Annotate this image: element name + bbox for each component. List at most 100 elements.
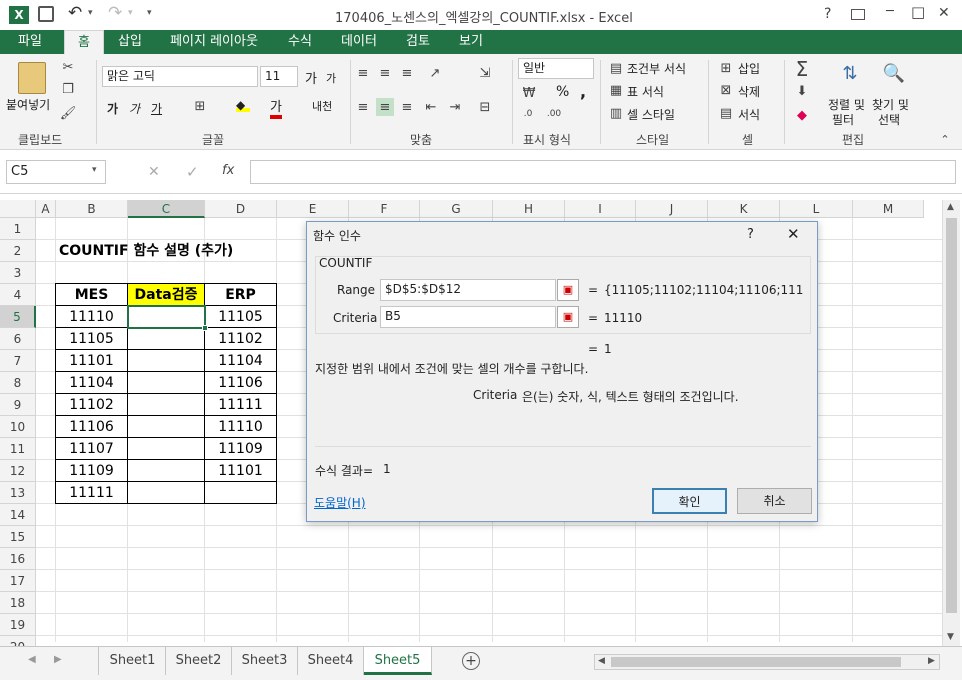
scroll-thumb[interactable] bbox=[946, 218, 957, 613]
tab-formulas[interactable]: 수식 bbox=[276, 30, 324, 54]
italic-button[interactable]: 가 bbox=[129, 100, 140, 117]
dialog-close-icon[interactable]: ✕ bbox=[787, 225, 800, 243]
orientation-icon[interactable]: ↗ bbox=[424, 64, 446, 82]
close-icon[interactable]: ✕ bbox=[938, 5, 950, 21]
fill-color-icon[interactable]: ◆ bbox=[236, 98, 250, 112]
mes-cell[interactable]: 11110 bbox=[56, 306, 127, 328]
hscroll-left-icon[interactable]: ◀ bbox=[598, 656, 605, 666]
delete-cells-icon[interactable]: ⊠ bbox=[718, 82, 734, 98]
row-header[interactable]: 2 bbox=[0, 240, 36, 262]
mes-cell[interactable]: 11105 bbox=[56, 328, 127, 350]
collapse-ribbon-icon[interactable]: ⌃ bbox=[938, 132, 952, 146]
cut-icon[interactable]: ✂ bbox=[58, 58, 78, 76]
format-table-icon[interactable]: ▦ bbox=[608, 82, 624, 98]
decrease-decimal-icon[interactable]: .00 bbox=[544, 106, 564, 122]
tab-insert[interactable]: 삽입 bbox=[108, 30, 152, 54]
grow-font-button[interactable]: 가 bbox=[305, 68, 317, 87]
align-right-icon[interactable]: ≡ bbox=[398, 98, 416, 116]
increase-decimal-icon[interactable]: .0 bbox=[518, 106, 538, 122]
format-painter-icon[interactable]: 🖌 bbox=[58, 104, 78, 122]
align-left-icon[interactable]: ≡ bbox=[354, 98, 372, 116]
maximize-icon[interactable]: □ bbox=[911, 3, 925, 21]
decrease-indent-icon[interactable]: ⇤ bbox=[422, 98, 440, 116]
column-header[interactable]: K bbox=[708, 200, 780, 218]
cancel-button[interactable]: 취소 bbox=[737, 488, 812, 514]
help-icon[interactable]: ? bbox=[824, 6, 831, 22]
tab-data[interactable]: 데이터 bbox=[332, 30, 386, 54]
mes-cell[interactable]: 11101 bbox=[56, 350, 127, 372]
copy-icon[interactable]: ❐ bbox=[58, 80, 78, 98]
horizontal-scrollbar[interactable]: ◀ ▶ bbox=[594, 654, 940, 670]
redo-icon[interactable]: ↷ bbox=[108, 3, 122, 23]
mes-cell[interactable]: 11102 bbox=[56, 394, 127, 416]
ok-button[interactable]: 확인 bbox=[652, 488, 727, 514]
row-header[interactable]: 1 bbox=[0, 218, 36, 240]
sheet-prev-icon[interactable]: ◀ bbox=[28, 654, 36, 665]
name-box-dropdown-icon[interactable]: ▾ bbox=[92, 165, 97, 175]
number-format-select[interactable]: 일반 bbox=[518, 58, 594, 79]
format-cells-icon[interactable]: ▤ bbox=[718, 105, 734, 121]
row-header[interactable]: 16 bbox=[0, 548, 36, 570]
underline-button[interactable]: 가 bbox=[151, 100, 162, 117]
align-middle-icon[interactable]: ≡ bbox=[376, 64, 394, 82]
criteria-collapse-icon[interactable]: ▣ bbox=[557, 306, 579, 328]
align-bottom-icon[interactable]: ≡ bbox=[398, 64, 416, 82]
header-mes[interactable]: MES bbox=[56, 284, 127, 306]
header-erp[interactable]: ERP bbox=[205, 284, 276, 306]
vertical-scrollbar[interactable]: ▲ ▼ bbox=[942, 200, 960, 646]
tab-home[interactable]: 홈 bbox=[64, 30, 104, 54]
mes-cell[interactable]: 11107 bbox=[56, 438, 127, 460]
criteria-input[interactable]: B5 bbox=[380, 306, 556, 328]
delete-cells-button[interactable]: 삭제 bbox=[738, 83, 760, 100]
row-header[interactable]: 15 bbox=[0, 526, 36, 548]
row-header[interactable]: 4 bbox=[0, 284, 36, 306]
wrap-text-icon[interactable]: ⇲ bbox=[476, 64, 494, 82]
mes-cell[interactable]: 11109 bbox=[56, 460, 127, 482]
row-header[interactable]: 11 bbox=[0, 438, 36, 460]
row-header[interactable]: 18 bbox=[0, 592, 36, 614]
row-header[interactable]: 17 bbox=[0, 570, 36, 592]
sheet-tab-4[interactable]: Sheet4 bbox=[298, 647, 364, 675]
row-header[interactable]: 10 bbox=[0, 416, 36, 438]
row-header[interactable]: 12 bbox=[0, 460, 36, 482]
formula-input[interactable] bbox=[250, 160, 956, 184]
column-header[interactable]: J bbox=[636, 200, 708, 218]
sheet-tab-1[interactable]: Sheet1 bbox=[100, 647, 166, 675]
column-header[interactable]: M bbox=[853, 200, 924, 218]
font-name-select[interactable]: 맑은 고딕 bbox=[102, 66, 258, 87]
row-header[interactable]: 7 bbox=[0, 350, 36, 372]
dialog-help-icon[interactable]: ? bbox=[747, 227, 754, 242]
format-table-button[interactable]: 표 서식 bbox=[627, 83, 664, 100]
undo-dropdown-icon[interactable]: ▾ bbox=[88, 8, 93, 18]
erp-cell[interactable]: 11101 bbox=[205, 460, 276, 482]
range-collapse-icon[interactable]: ▣ bbox=[557, 279, 579, 301]
erp-cell[interactable]: 11110 bbox=[205, 416, 276, 438]
shrink-font-button[interactable]: 가 bbox=[326, 70, 336, 86]
phonetic-button[interactable]: 내천 bbox=[312, 98, 332, 114]
row-header[interactable]: 5 bbox=[0, 306, 36, 328]
sheet-tab-2[interactable]: Sheet2 bbox=[166, 647, 232, 675]
fill-handle[interactable] bbox=[202, 325, 208, 331]
format-cells-button[interactable]: 서식 bbox=[738, 106, 760, 123]
undo-icon[interactable]: ↶ bbox=[68, 3, 82, 23]
insert-cells-button[interactable]: 삽입 bbox=[738, 60, 760, 77]
column-header[interactable]: D bbox=[205, 200, 277, 218]
align-top-icon[interactable]: ≡ bbox=[354, 64, 372, 82]
font-size-select[interactable]: 11 bbox=[260, 66, 298, 87]
scroll-up-icon[interactable]: ▲ bbox=[947, 202, 954, 212]
paste-icon[interactable] bbox=[18, 62, 46, 94]
erp-cell[interactable]: 11105 bbox=[205, 306, 276, 328]
erp-cell[interactable]: 11104 bbox=[205, 350, 276, 372]
scroll-down-icon[interactable]: ▼ bbox=[947, 632, 954, 642]
row-header[interactable]: 3 bbox=[0, 262, 36, 284]
tab-file[interactable]: 파일 bbox=[0, 30, 60, 54]
formula-cancel-icon[interactable]: ✕ bbox=[148, 164, 160, 180]
sheet-tab-5[interactable]: Sheet5 bbox=[364, 647, 432, 675]
font-color-icon[interactable]: 가 bbox=[270, 96, 282, 119]
comma-button[interactable]: , bbox=[580, 82, 586, 101]
row-header[interactable]: 19 bbox=[0, 614, 36, 636]
row-header[interactable]: 14 bbox=[0, 504, 36, 526]
conditional-format-icon[interactable]: ▤ bbox=[608, 60, 624, 76]
column-header[interactable]: I bbox=[565, 200, 636, 218]
new-sheet-icon[interactable]: + bbox=[462, 652, 480, 670]
